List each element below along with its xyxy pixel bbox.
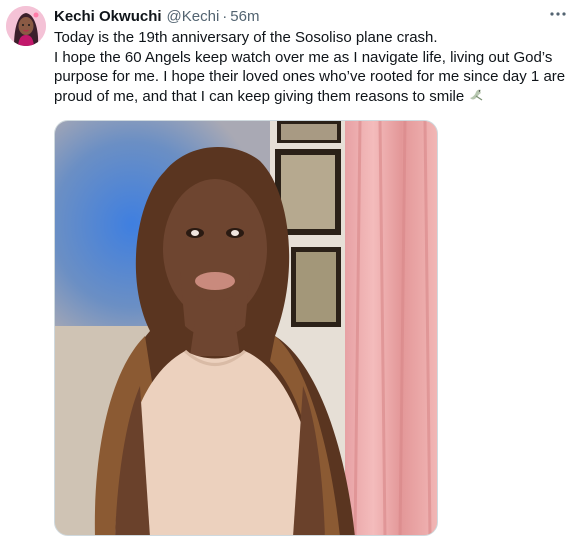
tweet-photo[interactable] <box>54 120 438 536</box>
more-options-button[interactable] <box>546 4 570 24</box>
more-horizontal-icon <box>550 12 566 16</box>
timestamp[interactable]: 56m <box>230 8 259 25</box>
tweet-text-line-1: Today is the 19th anniversary of the Sos… <box>54 29 438 46</box>
tweet-text: Today is the 19th anniversary of the Sos… <box>54 28 574 108</box>
photo-illustration <box>55 121 437 535</box>
tweet-text-line-2: I hope the 60 Angels keep watch over me … <box>54 48 574 109</box>
separator-dot: · <box>222 7 228 25</box>
author-handle[interactable]: @Kechi <box>167 8 220 25</box>
dove-icon <box>468 87 484 109</box>
tweet-header: Kechi Okwuchi @Kechi · 56m <box>54 7 259 25</box>
author-name[interactable]: Kechi Okwuchi <box>54 8 162 25</box>
avatar-illustration <box>6 6 46 46</box>
tweet-text-body: I hope the 60 Angels keep watch over me … <box>54 48 566 105</box>
avatar[interactable] <box>6 6 46 46</box>
tweet: Kechi Okwuchi @Kechi · 56m Today is the … <box>0 0 580 536</box>
